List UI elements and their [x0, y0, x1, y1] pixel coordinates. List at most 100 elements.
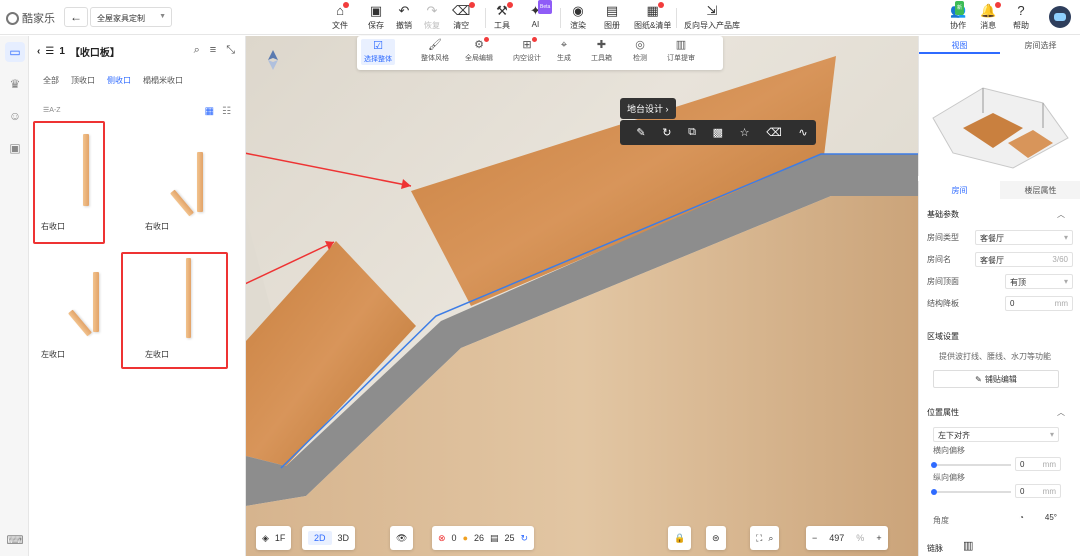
save-icon: ▣: [369, 3, 383, 18]
search-icon[interactable]: ⌕: [194, 44, 200, 57]
tab-all[interactable]: 全部: [43, 75, 59, 86]
v-offset-input[interactable]: 0 mm: [1015, 484, 1061, 498]
messages-button[interactable]: 🔔 消息: [980, 2, 1002, 31]
generate-icon: ⌖: [560, 39, 568, 51]
toolbox-button[interactable]: ✚ 工具箱: [591, 39, 612, 63]
chevron-right-icon: ›: [665, 104, 669, 114]
clipboard-icon[interactable]: ▥: [963, 539, 973, 552]
tab-view[interactable]: 视图: [919, 36, 1000, 54]
check-status[interactable]: ⊗ 0 ● 26 ▤ 25 ↻: [432, 526, 535, 550]
check-button[interactable]: ◎ 检测: [633, 39, 647, 63]
clear-button[interactable]: ⌫ 清空: [452, 2, 476, 31]
h-offset-input[interactable]: 0 mm: [1015, 457, 1061, 471]
rail-user-icon[interactable]: ☺: [5, 106, 25, 126]
redo-button[interactable]: ↷ 恢复: [424, 4, 440, 31]
tools-button[interactable]: ⚒ 工具: [494, 2, 513, 31]
position-section-title[interactable]: 位置属性 ︿: [927, 407, 1065, 418]
room-type-select[interactable]: 客餐厅 ▾: [975, 229, 1073, 245]
help-button[interactable]: ? 帮助: [1013, 4, 1029, 31]
global-edit-button[interactable]: ⚙ 全局编辑: [465, 37, 493, 63]
tab-tatami[interactable]: 榻榻米收口: [143, 75, 183, 86]
interior-design-button[interactable]: ⊞ 内空设计: [513, 37, 541, 63]
catalog-actions: ⌕ ≡ ⤡: [194, 44, 235, 57]
basic-section-title[interactable]: 基础参数 ︿: [927, 209, 1065, 220]
drop-input[interactable]: 0 mm: [1005, 295, 1073, 311]
file-button[interactable]: ⌂ 文件: [332, 2, 349, 31]
floor-plan: [246, 56, 918, 556]
pave-edit-button[interactable]: ✎ 铺贴编辑: [933, 370, 1059, 388]
align-select[interactable]: 左下对齐 ▾: [933, 426, 1059, 442]
h-offset-slider[interactable]: [931, 462, 1011, 468]
ai-button[interactable]: ✦ Beta AI: [530, 0, 553, 29]
3d-thumbnail[interactable]: [923, 58, 1075, 174]
camera-icon: ◉: [572, 3, 584, 18]
app-logo[interactable]: 酷家乐: [6, 10, 55, 26]
project-select[interactable]: 全屋家具定制 ▼: [90, 7, 172, 27]
star-icon[interactable]: ☆: [740, 126, 750, 139]
drop-row: 结构降板 0 mm: [927, 295, 1073, 311]
product-card[interactable]: 左收口: [35, 252, 131, 364]
tab-room-select[interactable]: 房间选择: [1000, 36, 1080, 54]
material-icon[interactable]: ▩: [713, 126, 723, 139]
fit-view-button[interactable]: ⛶ ⌕: [750, 526, 780, 550]
rail-crown-icon[interactable]: ♛: [5, 74, 25, 94]
generate-button[interactable]: ⌖ 生成: [557, 39, 571, 63]
rotate-icon[interactable]: ↻: [662, 126, 671, 139]
eraser-icon[interactable]: ⌫: [766, 126, 782, 139]
tab-room[interactable]: 房间: [919, 181, 1000, 199]
gallery-button[interactable]: ▤ 图册: [604, 4, 620, 31]
angle-input[interactable]: ◔ 45°: [1015, 511, 1061, 525]
filter-icon[interactable]: ≡: [210, 44, 216, 57]
save-button[interactable]: ▣ 保存: [368, 4, 384, 31]
collapse-icon[interactable]: ⤡: [226, 44, 235, 57]
compass-icon[interactable]: [268, 50, 278, 70]
toggle-button[interactable]: ⊜: [706, 526, 726, 550]
fit-icon: ⛶: [756, 532, 763, 543]
help-icon: ?: [1017, 3, 1025, 18]
v-offset-slider[interactable]: [931, 489, 1011, 495]
platform-design-label[interactable]: 地台设计 ›: [620, 98, 676, 119]
design-canvas[interactable]: [246, 36, 918, 556]
product-card[interactable]: 右收口: [139, 124, 235, 236]
align-row: 左下对齐 ▾: [933, 426, 1059, 442]
rail-keyboard-icon[interactable]: ⌨: [5, 530, 25, 550]
zoom-value[interactable]: 497: [829, 533, 844, 543]
room-name-input[interactable]: 客餐厅 3/60: [975, 251, 1073, 267]
notification-dot: [342, 2, 349, 8]
tab-floor-props[interactable]: 楼层属性: [1000, 181, 1080, 199]
order-review-button[interactable]: ▥ 订单提审: [667, 39, 695, 63]
undo-button[interactable]: ↶ 撤销: [396, 4, 412, 31]
mode-3d-button[interactable]: 3D: [338, 533, 350, 543]
overall-style-button[interactable]: 🖌 整体风格: [421, 39, 449, 63]
list-view-icon[interactable]: ☷: [222, 106, 231, 117]
copy-icon[interactable]: ⧉: [688, 126, 696, 139]
pencil-icon[interactable]: ✎: [636, 126, 645, 139]
ceiling-select[interactable]: 有顶 ▾: [1005, 273, 1073, 289]
rail-catalog-icon[interactable]: ▭: [5, 42, 25, 62]
floor-select[interactable]: ◈ 1F: [256, 526, 292, 550]
chevron-left-icon[interactable]: ‹: [37, 46, 40, 57]
tab-top[interactable]: 顶收口: [71, 75, 95, 86]
hammer-icon: ⚒: [496, 2, 513, 18]
zoom-in-icon[interactable]: +: [876, 533, 881, 543]
refresh-icon: ↻: [520, 532, 529, 543]
collab-button[interactable]: 👥新协作: [950, 1, 966, 31]
back-button[interactable]: ←: [64, 7, 88, 27]
grid-view-icon[interactable]: ▦: [205, 106, 214, 117]
curve-icon[interactable]: ∿: [798, 126, 807, 139]
user-avatar[interactable]: [1049, 6, 1071, 28]
zoom-out-icon[interactable]: −: [812, 533, 817, 543]
import-button[interactable]: ⇲ 反向导入产品库: [684, 4, 740, 31]
select-all-button[interactable]: ☑ 选择整体: [361, 39, 395, 65]
eye-button[interactable]: 👁: [390, 526, 414, 550]
notification-dot: [531, 37, 537, 42]
lock-button[interactable]: 🔒: [668, 526, 692, 550]
mode-2d-button[interactable]: 2D: [308, 531, 332, 545]
rail-box-icon[interactable]: ▣: [5, 138, 25, 158]
render-button[interactable]: ◉ 渲染: [570, 4, 586, 31]
sort-control[interactable]: ☰A-Z: [43, 106, 61, 114]
v-offset-label: 纵向偏移: [933, 473, 965, 482]
drawings-button[interactable]: ▦ 图纸&清单: [634, 2, 671, 31]
document-icon: ▦: [647, 2, 664, 18]
tab-side[interactable]: 侧收口: [107, 75, 131, 86]
